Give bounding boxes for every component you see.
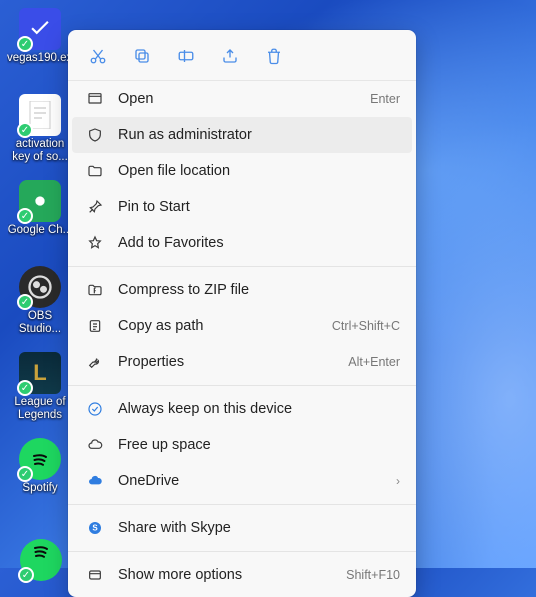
menu-item-label: Always keep on this device: [118, 401, 400, 417]
menu-item-label: Add to Favorites: [118, 235, 400, 251]
menu-item-properties[interactable]: Properties Alt+Enter: [68, 344, 416, 380]
share-icon[interactable]: [220, 46, 240, 66]
open-icon: [86, 90, 104, 108]
menu-item-more-options[interactable]: Show more options Shift+F10: [68, 557, 416, 593]
desktop-icon-vegas[interactable]: ✓ vegas190.ex...: [6, 8, 74, 88]
menu-item-open[interactable]: Open Enter: [68, 81, 416, 117]
more-icon: [86, 566, 104, 584]
desktop-icon-chrome[interactable]: ✓ Google Ch...: [6, 180, 74, 260]
menu-item-label: Compress to ZIP file: [118, 282, 400, 298]
star-icon: [86, 234, 104, 252]
menu-item-run-admin[interactable]: Run as administrator: [72, 117, 412, 153]
menu-item-accel: Enter: [370, 92, 400, 106]
quick-actions-row: [68, 34, 416, 81]
menu-item-label: Pin to Start: [118, 199, 400, 215]
sync-check-icon: ✓: [17, 36, 33, 52]
menu-item-add-favorites[interactable]: Add to Favorites: [68, 225, 416, 261]
obs-icon: ✓: [19, 266, 61, 308]
onedrive-icon: [86, 472, 104, 490]
cut-icon[interactable]: [88, 46, 108, 66]
menu-item-label: Copy as path: [118, 318, 318, 334]
sync-check-icon: ✓: [18, 567, 34, 583]
sync-check-icon: ✓: [17, 122, 33, 138]
desktop-icon-obs[interactable]: ✓ OBS Studio...: [6, 266, 74, 346]
menu-item-label: Show more options: [118, 567, 332, 583]
desktop-icon-label: Spotify: [22, 482, 57, 495]
menu-item-copy-path[interactable]: Copy as path Ctrl+Shift+C: [68, 308, 416, 344]
desktop-icon-label: OBS Studio...: [7, 310, 73, 336]
menu-item-label: Open file location: [118, 163, 400, 179]
lol-icon: L ✓: [19, 352, 61, 394]
delete-icon[interactable]: [264, 46, 284, 66]
menu-item-label: Run as administrator: [118, 127, 400, 143]
menu-item-free-space[interactable]: Free up space: [68, 427, 416, 463]
menu-item-label: Open: [118, 91, 356, 107]
shield-icon: [86, 126, 104, 144]
folder-icon: [86, 162, 104, 180]
menu-separator: [68, 504, 416, 505]
menu-separator: [68, 385, 416, 386]
chevron-right-icon: ›: [396, 474, 400, 488]
sync-check-icon: ✓: [17, 294, 33, 310]
desktop-icon-label: Google Ch...: [8, 224, 73, 237]
menu-item-share-skype[interactable]: S Share with Skype: [68, 510, 416, 546]
desktop-icon-label: League of Legends: [7, 396, 73, 422]
menu-item-always-keep[interactable]: Always keep on this device: [68, 391, 416, 427]
text-file-icon: ✓: [19, 94, 61, 136]
menu-item-open-location[interactable]: Open file location: [68, 153, 416, 189]
desktop-icon-label: vegas190.ex...: [7, 52, 73, 65]
pin-icon: [86, 198, 104, 216]
rename-icon[interactable]: [176, 46, 196, 66]
copy-path-icon: [86, 317, 104, 335]
menu-item-label: Free up space: [118, 437, 400, 453]
menu-item-label: Properties: [118, 354, 334, 370]
skype-icon: S: [86, 519, 104, 537]
sync-check-icon: ✓: [17, 466, 33, 482]
context-menu: Open Enter Run as administrator Open fil…: [68, 30, 416, 597]
menu-item-label: Share with Skype: [118, 520, 400, 536]
app-icon: ✓: [19, 8, 61, 50]
svg-text:S: S: [92, 524, 98, 533]
cloud-icon: [86, 436, 104, 454]
menu-item-compress-zip[interactable]: Compress to ZIP file: [68, 272, 416, 308]
desktop-icon-activation[interactable]: ✓ activation key of so...: [6, 94, 74, 174]
sync-check-icon: ✓: [17, 208, 33, 224]
wrench-icon: [86, 353, 104, 371]
copy-icon[interactable]: [132, 46, 152, 66]
zip-icon: [86, 281, 104, 299]
menu-item-label: OneDrive: [118, 473, 382, 489]
menu-item-pin-start[interactable]: Pin to Start: [68, 189, 416, 225]
menu-item-onedrive[interactable]: OneDrive ›: [68, 463, 416, 499]
chrome-icon: ✓: [19, 180, 61, 222]
menu-item-accel: Shift+F10: [346, 568, 400, 582]
cloud-check-icon: [86, 400, 104, 418]
menu-separator: [68, 551, 416, 552]
spotify-icon: ✓: [19, 438, 61, 480]
desktop-icon-lol[interactable]: L ✓ League of Legends: [6, 352, 74, 432]
sync-check-icon: ✓: [17, 380, 33, 396]
desktop-icon-spotify[interactable]: ✓ Spotify: [6, 438, 74, 518]
partial-desktop-icon[interactable]: ✓: [20, 530, 62, 568]
menu-separator: [68, 266, 416, 267]
menu-item-accel: Ctrl+Shift+C: [332, 319, 400, 333]
desktop-icon-label: activation key of so...: [7, 138, 73, 164]
menu-item-accel: Alt+Enter: [348, 355, 400, 369]
